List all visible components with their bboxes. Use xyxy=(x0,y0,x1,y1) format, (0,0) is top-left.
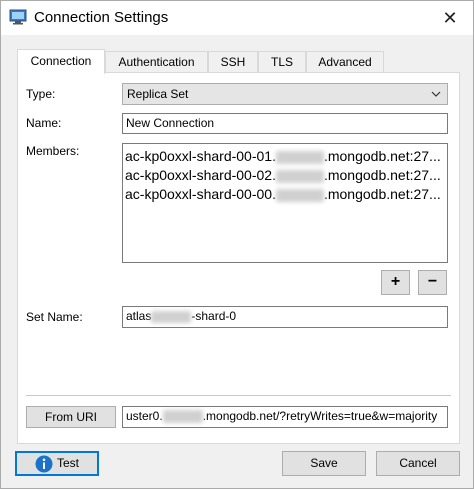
set-name-label: Set Name: xyxy=(26,310,83,324)
redacted-blur xyxy=(275,150,324,164)
member-item[interactable]: ac-kp0oxxl-shard-00-00. .mongodb.net:27..… xyxy=(125,185,445,204)
tab-tls[interactable]: TLS xyxy=(258,51,306,73)
close-button[interactable]: ✕ xyxy=(427,1,473,35)
member-host-prefix: ac-kp0oxxl-shard-00-02. xyxy=(125,167,276,183)
tab-connection[interactable]: Connection xyxy=(17,49,105,74)
uri-suffix: .mongodb.net/?retryWrites=true&w=majorit… xyxy=(202,409,438,423)
members-list[interactable]: ac-kp0oxxl-shard-00-01. .mongodb.net:27..… xyxy=(122,143,448,263)
uri-field[interactable]: uster0. .mongodb.net/?retryWrites=true&w=… xyxy=(122,406,448,428)
member-item[interactable]: ac-kp0oxxl-shard-00-01. .mongodb.net:27..… xyxy=(125,147,445,166)
uri-divider xyxy=(26,395,451,396)
set-name-suffix: -shard-0 xyxy=(191,309,237,323)
connection-panel: Type: Replica Set Name: New Connection M… xyxy=(17,72,460,444)
redacted-blur xyxy=(162,410,203,424)
member-host-prefix: ac-kp0oxxl-shard-00-00. xyxy=(125,186,276,202)
redacted-blur xyxy=(275,188,324,202)
info-icon xyxy=(35,455,53,473)
test-button[interactable]: Test xyxy=(15,451,99,476)
set-name-field[interactable]: atlas -shard-0 xyxy=(122,306,448,328)
close-icon: ✕ xyxy=(442,8,458,28)
redacted-blur xyxy=(275,169,324,183)
name-field[interactable]: New Connection xyxy=(122,113,448,134)
member-item[interactable]: ac-kp0oxxl-shard-00-02. .mongodb.net:27..… xyxy=(125,166,445,185)
save-button[interactable]: Save xyxy=(282,451,366,476)
cancel-button[interactable]: Cancel xyxy=(376,451,460,476)
from-uri-button[interactable]: From URI xyxy=(26,406,116,428)
member-host-suffix: .mongodb.net:27... xyxy=(323,167,441,183)
tab-authentication[interactable]: Authentication xyxy=(105,51,208,73)
tab-ssh[interactable]: SSH xyxy=(208,51,258,73)
test-button-label: Test xyxy=(57,456,80,470)
window-title: Connection Settings xyxy=(34,9,169,26)
tab-advanced[interactable]: Advanced xyxy=(306,51,384,73)
chevron-down-icon xyxy=(431,91,441,97)
type-select[interactable]: Replica Set xyxy=(122,83,448,105)
monitor-icon xyxy=(9,9,27,25)
member-host-suffix: .mongodb.net:27... xyxy=(323,186,441,202)
members-label: Members: xyxy=(26,144,80,158)
member-host-suffix: .mongodb.net:27... xyxy=(323,148,441,164)
add-member-button[interactable]: + xyxy=(381,270,410,295)
redacted-blur xyxy=(151,310,192,323)
name-field-value: New Connection xyxy=(126,116,215,130)
name-label: Name: xyxy=(26,116,62,130)
connection-settings-window: Connection Settings ✕ Connection Authent… xyxy=(0,0,474,489)
uri-prefix: uster0. xyxy=(126,409,163,423)
title-bar: Connection Settings ✕ xyxy=(1,1,473,35)
remove-member-button[interactable]: − xyxy=(418,270,447,295)
set-name-prefix: atlas xyxy=(126,309,152,323)
member-host-prefix: ac-kp0oxxl-shard-00-01. xyxy=(125,148,276,164)
type-label: Type: xyxy=(26,87,56,101)
type-select-value: Replica Set xyxy=(127,87,189,101)
